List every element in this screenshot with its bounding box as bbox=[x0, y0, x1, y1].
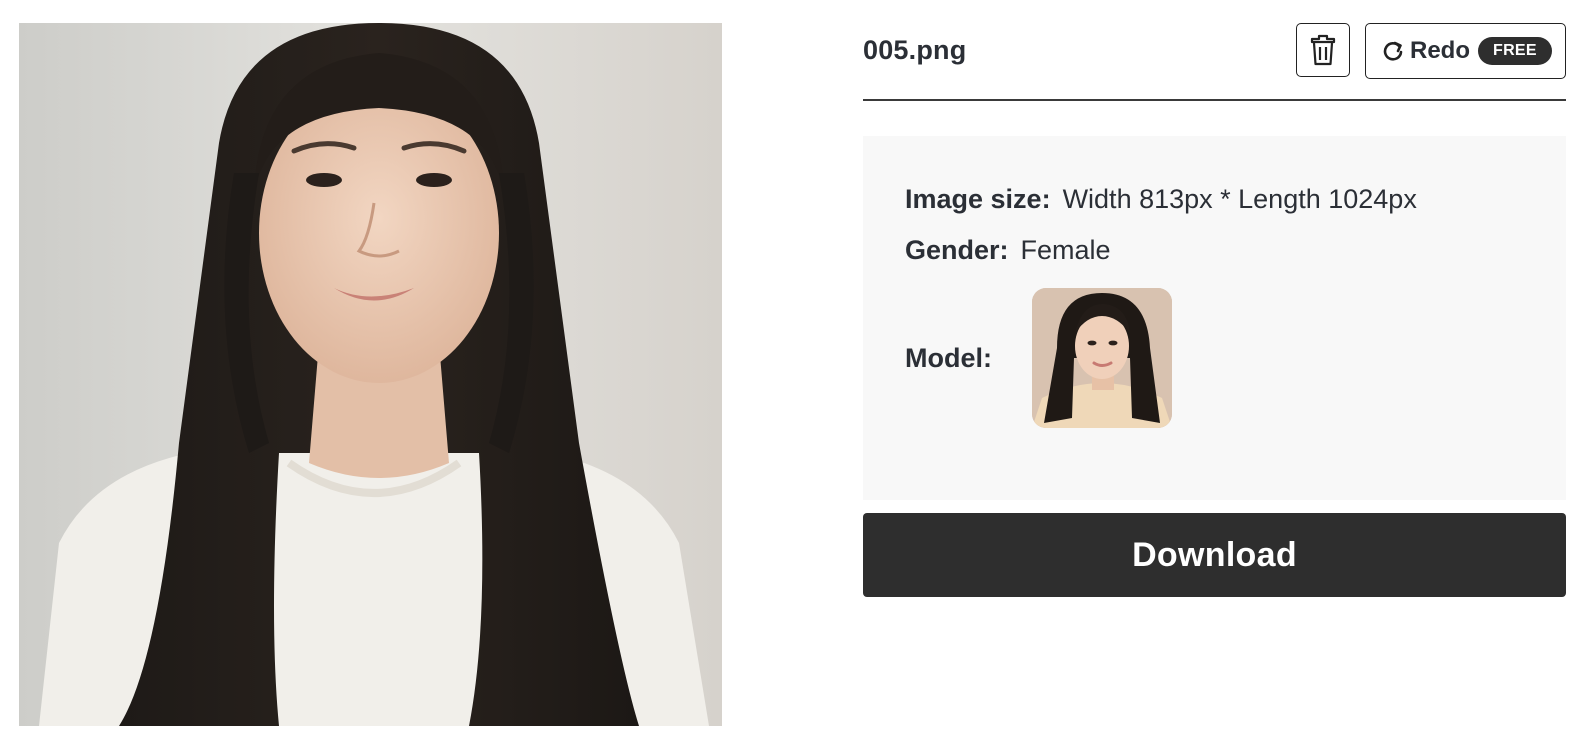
delete-button[interactable] bbox=[1296, 23, 1350, 77]
free-badge: FREE bbox=[1478, 37, 1552, 65]
gender-row: Gender: Female bbox=[905, 235, 1111, 266]
image-size-row: Image size: Width 813px * Length 1024px bbox=[905, 184, 1417, 215]
image-info-card: Image size: Width 813px * Length 1024px … bbox=[863, 136, 1566, 500]
model-row: Model: bbox=[905, 288, 1172, 428]
image-size-value: Width 813px * Length 1024px bbox=[1062, 184, 1417, 214]
gender-label: Gender: bbox=[905, 235, 1009, 265]
model-portrait-image bbox=[1032, 288, 1172, 428]
redo-button[interactable]: Redo FREE bbox=[1365, 23, 1566, 79]
redo-label: Redo bbox=[1410, 37, 1470, 64]
details-panel: 005.png Redo FREE Image size: Width 813p… bbox=[863, 23, 1566, 597]
gender-value: Female bbox=[1020, 235, 1111, 265]
details-header: 005.png Redo FREE bbox=[863, 23, 1566, 79]
result-page: 005.png Redo FREE Image size: Width 813p… bbox=[0, 0, 1594, 737]
download-button[interactable]: Download bbox=[863, 513, 1566, 597]
header-divider bbox=[863, 99, 1566, 101]
model-label: Model: bbox=[905, 342, 992, 373]
file-name: 005.png bbox=[863, 35, 967, 65]
image-size-label: Image size: bbox=[905, 184, 1051, 214]
trash-icon bbox=[1310, 34, 1336, 66]
redo-arrow-icon bbox=[1382, 40, 1404, 62]
portrait-image bbox=[19, 23, 722, 726]
model-thumbnail[interactable] bbox=[1032, 288, 1172, 428]
result-photo bbox=[19, 23, 722, 726]
